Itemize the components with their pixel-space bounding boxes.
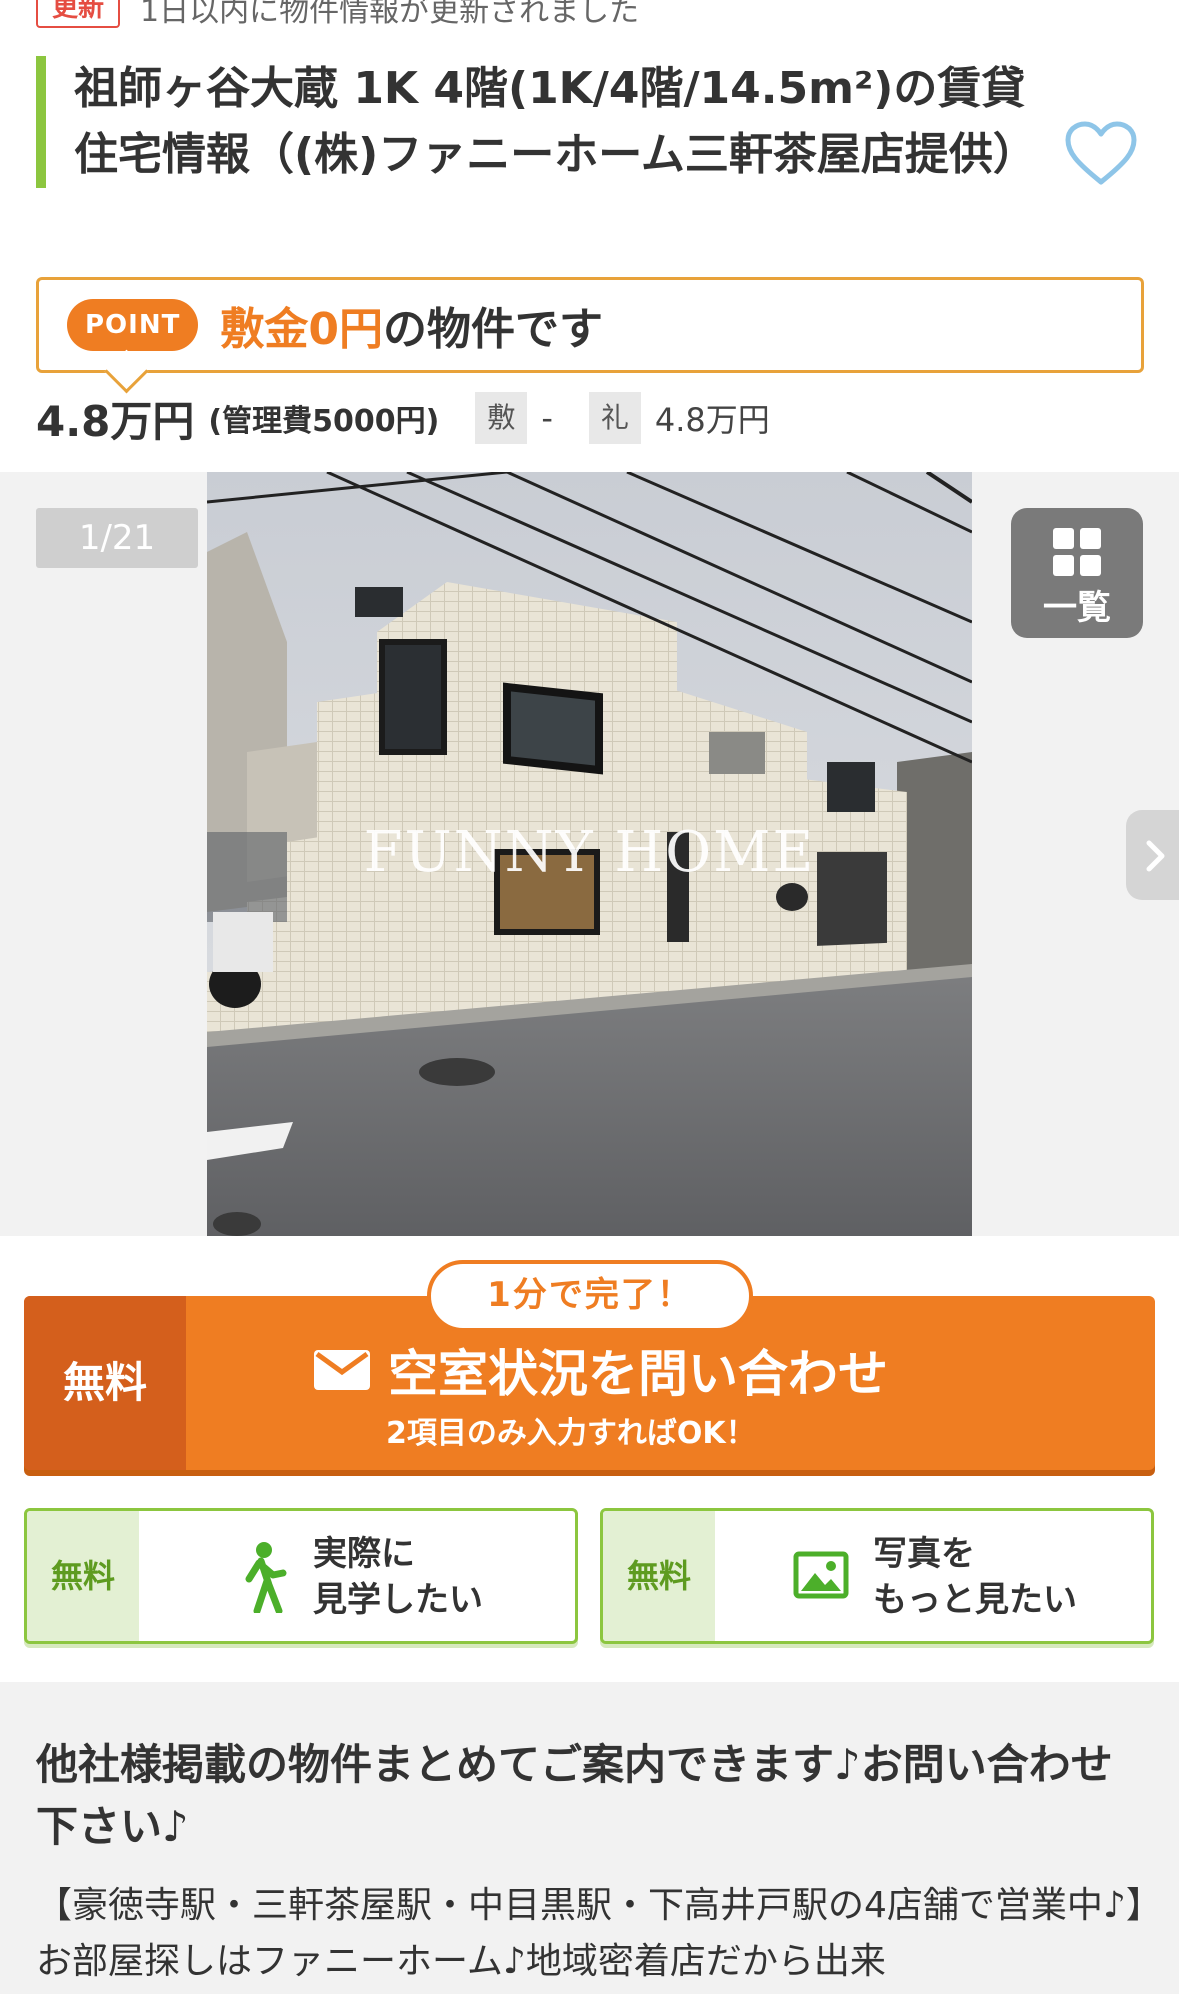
listing-title: 祖師ヶ谷大蔵 1K 4階(1K/4階/14.5m²)の賃貸住宅情報（(株)ファニ… [74, 63, 1037, 180]
price-row: 4.8万円 (管理費5000円) 敷 - 礼 4.8万円 [36, 388, 770, 448]
walking-person-icon [245, 1542, 287, 1613]
photo-watermark: FUNNY HOME [363, 820, 816, 885]
photo-counter: 1/21 [36, 508, 198, 568]
listing-title-block: 祖師ヶ谷大蔵 1K 4階(1K/4階/14.5m²)の賃貸住宅情報（(株)ファニ… [36, 56, 1037, 188]
photos-label-line1: 写真を [873, 1534, 975, 1574]
deposit-label: 敷 [475, 392, 528, 444]
point-rest: の物件です [382, 304, 603, 355]
rent-price: 4.8万円 [36, 396, 195, 446]
point-text: 敷金0円の物件です [220, 293, 603, 357]
cta-subtitle: 2項目のみ入力すればOK！ [386, 1416, 756, 1451]
cta-title: 空室状況を問い合わせ [388, 1345, 888, 1403]
more-photos-button[interactable]: 無料 写真を もっと見たい [600, 1508, 1154, 1644]
key-money-label: 礼 [588, 392, 641, 444]
photos-label: 写真を もっと見たい [873, 1531, 1077, 1623]
photo-gallery[interactable]: FUNNY HOME 1/21 一覧 [0, 472, 1179, 1236]
cta-free-label: 無料 [24, 1296, 186, 1470]
key-money-value: 4.8万円 [654, 401, 770, 439]
point-highlight: 敷金0円 [220, 304, 383, 355]
visit-label-line1: 実際に [313, 1534, 415, 1574]
photos-free-label: 無料 [603, 1511, 715, 1641]
update-notice: 更新 1日以内に物件情報が更新されました [36, 0, 639, 30]
mail-icon [314, 1350, 370, 1390]
one-minute-badge: 1分で完了！ [427, 1260, 753, 1332]
point-pill: POINT [67, 299, 199, 351]
update-badge: 更新 [36, 0, 121, 28]
gallery-list-label: 一覧 [1043, 588, 1111, 628]
visit-label-line2: 見学したい [313, 1580, 483, 1620]
agent-info-title: 他社様掲載の物件まとめてご案内できます♪お問い合わせ下さい♪ [36, 1740, 1113, 1851]
point-banner: POINT 敷金0円の物件です [36, 277, 1144, 373]
agent-info-body: 【豪徳寺駅・三軒茶屋駅・中目黒駅・下高井戸駅の4店舗で営業中♪】お部屋探しはファ… [36, 1885, 1144, 1982]
chevron-right-icon [1146, 840, 1165, 872]
gallery-list-button[interactable]: 一覧 [1011, 508, 1143, 638]
grid-icon [1053, 528, 1101, 576]
agent-info-section: 他社様掲載の物件まとめてご案内できます♪お問い合わせ下さい♪ 【豪徳寺駅・三軒茶… [0, 1682, 1179, 1994]
visit-request-button[interactable]: 無料 実際に 見学したい [24, 1508, 578, 1644]
visit-label: 実際に 見学したい [313, 1531, 483, 1623]
next-photo-button[interactable] [1126, 810, 1179, 900]
heart-outline-icon[interactable] [1064, 120, 1138, 186]
photos-label-line2: もっと見たい [873, 1580, 1077, 1620]
visit-free-label: 無料 [27, 1511, 139, 1641]
deposit-value: - [541, 399, 553, 437]
property-photo[interactable]: FUNNY HOME [207, 472, 972, 1236]
update-text: 1日以内に物件情報が更新されました [140, 0, 640, 29]
image-icon [793, 1551, 849, 1599]
management-fee: (管理費5000円) [208, 404, 440, 439]
